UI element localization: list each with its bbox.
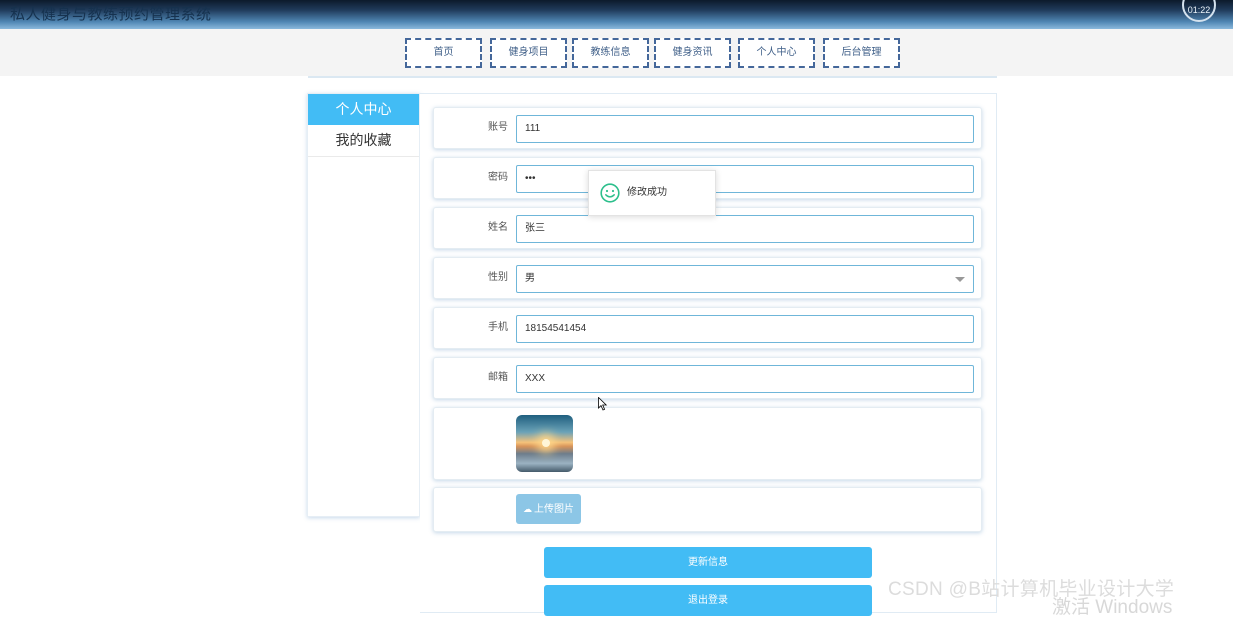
nav-divider bbox=[308, 76, 997, 78]
account-label: 账号 bbox=[488, 122, 508, 133]
nav-item-admin[interactable]: 后台管理 bbox=[823, 38, 900, 68]
sunset-sun-shape bbox=[542, 439, 550, 447]
phone-label: 手机 bbox=[488, 322, 508, 333]
logout-button[interactable]: 退出登录 bbox=[544, 585, 872, 616]
clock-widget: 01:22 bbox=[1182, 0, 1216, 22]
sidebar: 个人中心 我的收藏 bbox=[307, 93, 420, 517]
success-toast: 修改成功 bbox=[588, 170, 716, 216]
form-row-phone: 手机 18154541454 bbox=[433, 307, 982, 349]
avatar bbox=[516, 415, 573, 472]
phone-field[interactable]: 18154541454 bbox=[516, 315, 974, 343]
gender-selected-value: 男 bbox=[525, 273, 535, 284]
main-nav: 首页 健身项目 教练信息 健身资讯 个人中心 后台管理 bbox=[0, 29, 1233, 76]
gender-select[interactable]: 男 bbox=[516, 265, 974, 293]
form-row-avatar bbox=[433, 407, 982, 480]
sidebar-item-favorites[interactable]: 我的收藏 bbox=[308, 125, 419, 157]
nav-item-personal-center[interactable]: 个人中心 bbox=[738, 38, 815, 68]
gender-label: 性别 bbox=[488, 272, 508, 283]
name-field[interactable]: 张三 bbox=[516, 215, 974, 243]
name-label: 姓名 bbox=[488, 222, 508, 233]
update-info-button[interactable]: 更新信息 bbox=[544, 547, 872, 578]
nav-item-coaches[interactable]: 教练信息 bbox=[572, 38, 649, 68]
top-header-bar: 私人健身与教练预约管理系统 01:22 bbox=[0, 0, 1233, 30]
nav-item-fitness-projects[interactable]: 健身项目 bbox=[490, 38, 567, 68]
upload-button-label: 上传图片 bbox=[534, 504, 574, 515]
sidebar-item-personal-center[interactable]: 个人中心 bbox=[308, 94, 419, 125]
email-field[interactable]: XXX bbox=[516, 365, 974, 393]
form-row-email: 邮箱 XXX bbox=[433, 357, 982, 399]
form-row-upload: ☁ 上传图片 bbox=[433, 487, 982, 532]
nav-item-home[interactable]: 首页 bbox=[405, 38, 482, 68]
form-row-account: 账号 111 bbox=[433, 107, 982, 149]
mouse-pointer-icon bbox=[598, 397, 608, 411]
site-title: 私人健身与教练预约管理系统 bbox=[10, 6, 212, 23]
nav-item-news[interactable]: 健身资讯 bbox=[654, 38, 731, 68]
password-label: 密码 bbox=[488, 172, 508, 183]
smile-icon bbox=[600, 183, 620, 203]
email-label: 邮箱 bbox=[488, 372, 508, 383]
password-field[interactable]: ••• bbox=[516, 165, 974, 193]
form-row-gender: 性别 男 bbox=[433, 257, 982, 299]
cloud-upload-icon: ☁ bbox=[523, 504, 532, 514]
toast-message: 修改成功 bbox=[627, 187, 667, 198]
chevron-down-icon bbox=[955, 277, 965, 282]
upload-image-button[interactable]: ☁ 上传图片 bbox=[516, 494, 581, 524]
account-field[interactable]: 111 bbox=[516, 115, 974, 143]
